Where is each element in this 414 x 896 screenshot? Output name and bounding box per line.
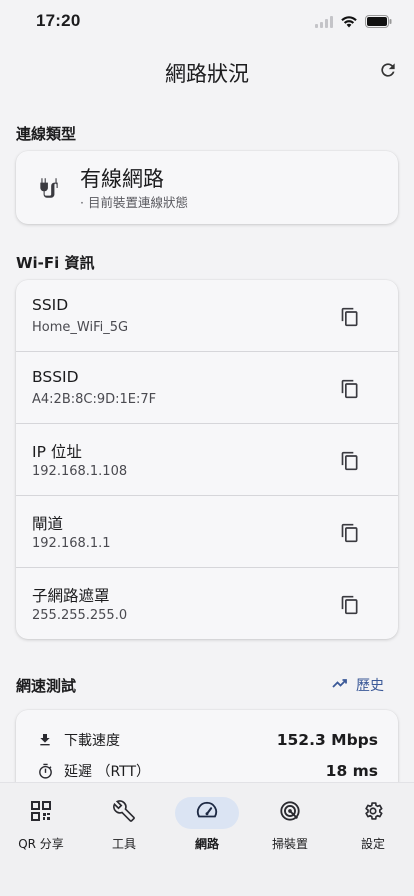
cable-icon: [36, 175, 62, 201]
info-row-ip: IP 位址 192.168.1.108: [16, 424, 398, 496]
info-row-subnet-mask: 子網路遮罩 255.255.255.0: [16, 568, 398, 640]
nav-item-settings[interactable]: 設定: [332, 797, 414, 852]
bottom-navigation: QR 分享 工具 網路 掃裝置 設定: [0, 782, 414, 896]
radar-icon: [279, 800, 301, 826]
qr-code-icon: [31, 801, 51, 825]
speed-row-download: 下載速度 152.3 Mbps: [36, 728, 378, 752]
connection-type-card: 有線網路 · 目前裝置連線狀態: [16, 151, 398, 224]
download-icon: [36, 731, 54, 749]
refresh-icon: [378, 60, 398, 84]
copy-icon: [341, 379, 358, 399]
info-value: 192.168.1.108: [32, 464, 128, 479]
nav-label: 網路: [194, 837, 219, 851]
info-row-ssid: SSID Home_WiFi_5G: [16, 280, 398, 352]
wrench-icon: [113, 800, 135, 826]
nav-item-scan-devices[interactable]: 掃裝置: [249, 797, 331, 852]
speed-label: 下載速度: [64, 733, 120, 749]
nav-label: 設定: [360, 837, 385, 851]
nav-item-network[interactable]: 網路: [166, 797, 248, 852]
section-title-connection: 連線類型: [16, 125, 77, 143]
status-time: 17:20: [36, 11, 81, 30]
refresh-button[interactable]: [374, 58, 402, 86]
wifi-info-card: SSID Home_WiFi_5G BSSID A4:2B:8C:9D:1E:7…: [16, 280, 398, 639]
timer-icon: [36, 762, 54, 780]
nav-item-tools[interactable]: 工具: [83, 797, 165, 852]
info-row-bssid: BSSID A4:2B:8C:9D:1E:7F: [16, 352, 398, 424]
cellular-signal-icon: [315, 13, 333, 32]
info-label: 閘道: [32, 515, 64, 533]
copy-button[interactable]: [340, 594, 360, 616]
info-row-gateway: 閘道 192.168.1.1: [16, 496, 398, 568]
section-title-speed-test: 網速測試: [16, 677, 77, 695]
copy-icon: [341, 307, 358, 327]
copy-icon: [341, 595, 358, 615]
gear-icon: [362, 800, 384, 826]
connection-type-subtitle: · 目前裝置連線狀態: [80, 195, 188, 210]
info-value: 255.255.255.0: [32, 608, 128, 623]
status-bar: 17:20: [0, 0, 414, 44]
info-value: 192.168.1.1: [32, 536, 111, 551]
speed-value: 152.3 Mbps: [276, 731, 378, 749]
info-value: Home_WiFi_5G: [32, 320, 129, 335]
copy-button[interactable]: [340, 378, 360, 400]
history-label: 歷史: [356, 678, 384, 694]
info-label: BSSID: [32, 368, 79, 386]
speed-row-latency: 延遲 （RTT） 18 ms: [36, 759, 378, 783]
section-title-wifi: Wi-Fi 資訊: [16, 254, 95, 272]
copy-button[interactable]: [340, 522, 360, 544]
battery-icon: [365, 13, 392, 32]
nav-item-qr-share[interactable]: QR 分享: [0, 797, 82, 852]
trending-icon: [332, 677, 348, 693]
info-label: IP 位址: [32, 443, 82, 461]
nav-label: QR 分享: [18, 837, 64, 851]
speed-label: 延遲 （RTT）: [64, 764, 151, 780]
app-bar: 網路狀況: [0, 52, 414, 92]
speedometer-icon: [196, 800, 218, 826]
history-button[interactable]: 歷史: [332, 675, 384, 695]
copy-button[interactable]: [340, 450, 360, 472]
status-icons: [315, 13, 392, 32]
wifi-signal-icon: [340, 13, 358, 32]
nav-label: 掃裝置: [271, 837, 308, 851]
speed-value: 18 ms: [325, 762, 378, 780]
copy-button[interactable]: [340, 306, 360, 328]
copy-icon: [341, 523, 358, 543]
copy-icon: [341, 451, 358, 471]
info-label: SSID: [32, 296, 69, 314]
info-value: A4:2B:8C:9D:1E:7F: [32, 392, 157, 407]
connection-type-value: 有線網路: [80, 167, 164, 191]
page-title: 網路狀況: [165, 62, 249, 86]
info-label: 子網路遮罩: [32, 587, 110, 605]
nav-label: 工具: [111, 837, 136, 851]
